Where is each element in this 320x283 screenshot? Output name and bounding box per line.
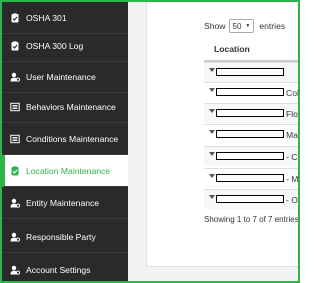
- sidebar-item-user-maintenance[interactable]: User Maintenance: [2, 61, 128, 93]
- sidebar-item-behaviors-maintenance[interactable]: Behaviors Maintenance: [2, 91, 128, 123]
- entries-label: entries: [259, 21, 286, 31]
- sidebar-item-responsible-party[interactable]: Responsible Party: [2, 221, 128, 253]
- user-gear-icon: [10, 232, 20, 242]
- table-row[interactable]: Colo: [204, 82, 299, 102]
- clipboard-check-icon: [10, 12, 20, 23]
- sidebar-item-label: Entity Maintenance: [26, 197, 100, 208]
- sidebar-item-entity-maintenance[interactable]: Entity Maintenance: [2, 187, 128, 219]
- redacted-box: [216, 88, 284, 96]
- list-box-icon: [10, 134, 20, 144]
- list-box-icon: [10, 102, 20, 112]
- clipboard-check-icon: [10, 40, 20, 51]
- location-cell: - Of: [286, 195, 299, 205]
- sidebar-item-label: OSHA 300 Log: [26, 40, 84, 51]
- sidebar-item-label: Conditions Maintenance: [26, 133, 119, 144]
- expand-caret-icon[interactable]: [209, 130, 215, 134]
- sidebar-item-label: Behaviors Maintenance: [26, 101, 116, 112]
- table-row[interactable]: [204, 62, 299, 82]
- column-header-location[interactable]: Location: [204, 42, 299, 62]
- location-cell: - Ca: [286, 152, 299, 162]
- expand-caret-icon[interactable]: [209, 68, 215, 72]
- sidebar-item-label: Location Maintenance: [26, 165, 111, 176]
- sidebar-item-account-settings[interactable]: Account Settings: [2, 254, 128, 281]
- caret-down-icon: ▼: [245, 23, 251, 29]
- sidebar-item-label: OSHA 301: [26, 12, 67, 23]
- table-row[interactable]: Flori: [204, 103, 299, 123]
- redacted-box: [216, 174, 284, 182]
- redacted-box: [216, 109, 284, 117]
- page-size-select[interactable]: 50 ▼: [228, 19, 255, 33]
- sidebar-item-osha-300-log[interactable]: OSHA 300 Log: [2, 30, 128, 62]
- expand-caret-icon[interactable]: [209, 174, 215, 178]
- show-label: Show: [204, 21, 226, 31]
- expand-caret-icon[interactable]: [209, 195, 215, 199]
- table-row[interactable]: - Of: [204, 189, 299, 209]
- sidebar-item-label: Account Settings: [26, 264, 91, 275]
- content-gutter: [128, 2, 148, 281]
- expand-caret-icon[interactable]: [209, 152, 215, 156]
- table-row[interactable]: - Ma: [204, 168, 299, 188]
- redacted-box: [216, 195, 284, 203]
- sidebar-item-location-maintenance[interactable]: Location Maintenance: [2, 155, 128, 187]
- sidebar-item-label: Responsible Party: [26, 231, 96, 242]
- location-cell: - Ma: [286, 174, 299, 184]
- clipboard-check-icon: [10, 165, 20, 176]
- user-gear-icon: [10, 72, 20, 82]
- page-size-control: Show 50 ▼ entries: [204, 19, 285, 33]
- redacted-box: [216, 68, 284, 76]
- location-cell: Colo: [286, 88, 299, 98]
- location-cell: Mair: [286, 130, 299, 140]
- user-gear-icon: [10, 265, 20, 275]
- redacted-box: [216, 130, 284, 138]
- expand-caret-icon[interactable]: [209, 88, 215, 92]
- page-size-value: 50: [232, 21, 242, 31]
- sidebar-item-label: User Maintenance: [26, 71, 96, 82]
- table-info: Showing 1 to 7 of 7 entries: [204, 215, 299, 224]
- table-row[interactable]: - Ca: [204, 146, 299, 166]
- expand-caret-icon[interactable]: [209, 109, 215, 113]
- table-row[interactable]: Mair: [204, 124, 299, 144]
- user-gear-icon: [10, 198, 20, 208]
- location-table-panel: Show 50 ▼ entries Location Colo Flori Ma…: [146, 2, 299, 267]
- redacted-box: [216, 152, 284, 160]
- content-footer-strip: [146, 267, 298, 281]
- location-cell: Flori: [286, 109, 299, 119]
- sidebar: OSHA 301 OSHA 300 Log User Maintenance B…: [2, 2, 128, 281]
- sidebar-item-conditions-maintenance[interactable]: Conditions Maintenance: [2, 123, 128, 155]
